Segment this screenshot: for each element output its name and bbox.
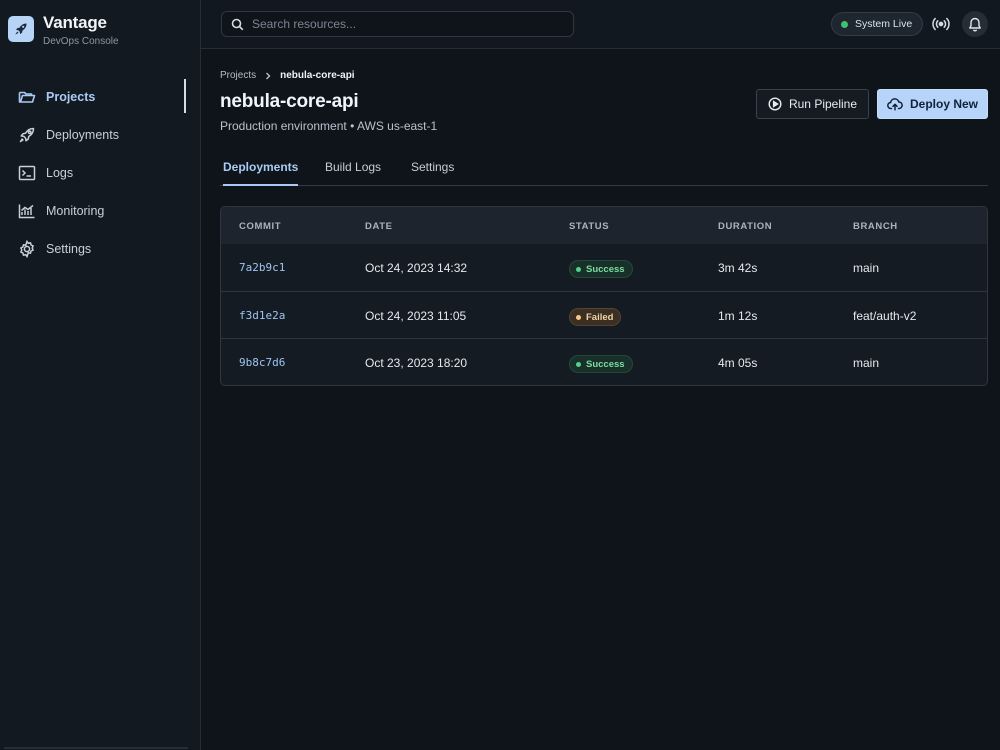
status-label: System Live (855, 18, 913, 30)
sidebar-item-logs[interactable]: Logs (0, 154, 200, 192)
search-bar[interactable] (221, 11, 574, 37)
status-badge: Success (569, 260, 633, 278)
status-badge: Failed (569, 308, 622, 326)
status-text: Success (586, 263, 625, 275)
deploy-branch: main (853, 356, 880, 370)
status-dot-icon (841, 20, 848, 28)
sidebar-item-label: Logs (46, 166, 74, 180)
table-row[interactable]: 9b8c7d6 Oct 23, 2023 18:20 Success 4m 05… (221, 338, 987, 385)
deploy-duration: 3m 42s (718, 261, 758, 275)
breadcrumb-parent-link[interactable]: Projects (220, 70, 256, 81)
status-text: Failed (586, 311, 614, 323)
column-header-branch: BRANCH (853, 221, 898, 232)
status-badge: Success (569, 355, 633, 373)
gear-icon (18, 240, 36, 258)
status-dot-icon (576, 314, 581, 320)
commit-hash[interactable]: 7a2b9c1 (239, 261, 285, 274)
rocket-icon (18, 126, 36, 144)
sidebar-item-monitoring[interactable]: Monitoring (0, 192, 200, 230)
column-header-commit: COMMIT (239, 221, 282, 232)
tab-deployments[interactable]: Deployments (223, 160, 299, 186)
sidebar-item-label: Projects (46, 90, 96, 104)
search-input[interactable] (252, 17, 552, 31)
deploy-date: Oct 24, 2023 11:05 (365, 309, 467, 323)
deploy-new-label: Deploy New (909, 97, 978, 111)
sidebar-item-settings[interactable]: Settings (0, 230, 200, 268)
notifications-button[interactable] (962, 11, 988, 37)
tab-build-logs[interactable]: Build Logs (325, 160, 381, 186)
brand-subtitle: DevOps Console (43, 36, 119, 47)
sidebar-item-label: Monitoring (46, 204, 105, 218)
run-pipeline-label: Run Pipeline (788, 97, 858, 111)
play-circle-icon (768, 97, 782, 111)
status-dot-icon (576, 361, 581, 367)
table-row[interactable]: f3d1e2a Oct 24, 2023 11:05 Failed 1m 12s… (221, 291, 987, 338)
rocket-icon (8, 16, 34, 42)
chart-icon (18, 202, 36, 220)
brand-title: Vantage (43, 13, 107, 32)
top-header: System Live (201, 0, 1000, 49)
sidebar: Vantage DevOps Console Projects Deployme… (0, 0, 201, 750)
deploy-date: Oct 23, 2023 18:20 (365, 356, 468, 370)
commit-hash[interactable]: 9b8c7d6 (239, 356, 285, 369)
run-pipeline-button[interactable]: Run Pipeline (756, 89, 869, 119)
sidebar-item-label: Settings (46, 242, 92, 256)
deploy-branch: feat/auth-v2 (853, 309, 917, 323)
deploy-branch: main (853, 261, 880, 275)
column-header-date: DATE (365, 221, 393, 232)
table-header: COMMIT DATE STATUS DURATION BRANCH (221, 207, 987, 244)
bell-icon (968, 17, 982, 32)
tab-bar: Deployments Build Logs Settings (220, 153, 988, 186)
breadcrumb: Projects nebula-core-api (220, 70, 355, 81)
sidebar-item-label: Deployments (46, 128, 119, 142)
broadcast-button[interactable] (929, 13, 953, 35)
status-dot-icon (576, 266, 581, 272)
sidebar-item-projects[interactable]: Projects (0, 78, 200, 116)
sidebar-item-deployments[interactable]: Deployments (0, 116, 200, 154)
breadcrumb-current: nebula-core-api (280, 70, 355, 81)
system-status-badge: System Live (831, 12, 924, 36)
chevron-right-icon (265, 72, 271, 80)
deploy-duration: 4m 05s (718, 356, 758, 370)
terminal-icon (18, 164, 36, 182)
sidebar-divider (4, 747, 188, 749)
deploy-new-button[interactable]: Deploy New (877, 89, 988, 119)
column-header-duration: DURATION (718, 221, 773, 232)
status-text: Success (586, 358, 625, 370)
table-row[interactable]: 7a2b9c1 Oct 24, 2023 14:32 Success 3m 42… (221, 244, 987, 291)
deploy-date: Oct 24, 2023 14:32 (365, 261, 468, 275)
broadcast-icon (931, 17, 951, 31)
tab-settings[interactable]: Settings (411, 160, 454, 186)
folder-icon (18, 88, 36, 106)
deployments-table: COMMIT DATE STATUS DURATION BRANCH 7a2b9… (220, 206, 988, 386)
brand[interactable]: Vantage DevOps Console (8, 14, 119, 47)
commit-hash[interactable]: f3d1e2a (239, 309, 285, 322)
page-subtitle: Production environment • AWS us-east-1 (220, 119, 438, 133)
column-header-status: STATUS (569, 221, 610, 232)
page-title: nebula-core-api (220, 91, 359, 112)
deploy-duration: 1m 12s (718, 309, 758, 323)
sidebar-nav: Projects Deployments Logs Monitoring Set… (0, 78, 200, 268)
search-icon (231, 18, 244, 31)
cloud-upload-icon (887, 97, 903, 111)
